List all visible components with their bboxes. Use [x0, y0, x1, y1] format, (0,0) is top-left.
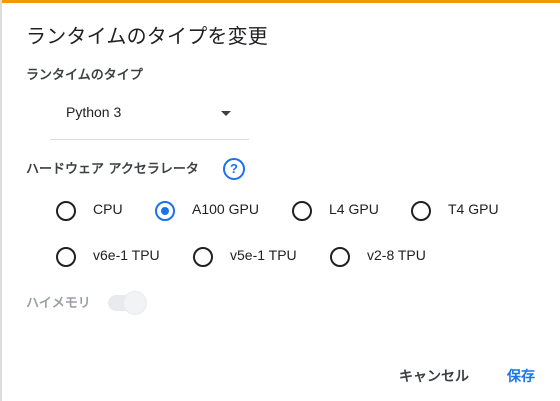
runtime-type-label: ランタイムのタイプ	[26, 68, 143, 83]
runtime-type-value: Python 3	[66, 104, 122, 120]
toggle-thumb	[124, 292, 146, 314]
radio-button-icon	[411, 201, 431, 221]
radio-label-l4-gpu: L4 GPU	[329, 201, 379, 217]
save-button[interactable]: 保存	[507, 366, 535, 386]
high-memory-label: ハイメモリ	[26, 296, 91, 311]
radio-label-a100-gpu: A100 GPU	[192, 201, 259, 217]
runtime-type-select[interactable]: Python 3	[50, 94, 249, 140]
radio-label-v5e-1-tpu: v5e-1 TPU	[230, 247, 297, 263]
radio-button-icon	[56, 247, 76, 267]
help-icon[interactable]: ?	[223, 158, 245, 180]
radio-label-v2-8-tpu: v2-8 TPU	[367, 247, 426, 263]
dropdown-arrow-icon	[221, 111, 231, 116]
top-accent-bar	[0, 0, 560, 3]
radio-button-icon	[292, 201, 312, 221]
radio-button-icon	[56, 201, 76, 221]
radio-button-icon	[193, 247, 213, 267]
hardware-accelerator-label: ハードウェア アクセラレータ	[26, 162, 199, 177]
dialog-title: ランタイムのタイプを変更	[26, 24, 268, 48]
radio-label-v6e-1-tpu: v6e-1 TPU	[93, 247, 160, 263]
left-edge-divider	[0, 0, 2, 401]
radio-label-t4-gpu: T4 GPU	[448, 201, 499, 217]
high-memory-toggle[interactable]	[108, 290, 146, 314]
cancel-button[interactable]: キャンセル	[399, 366, 469, 386]
change-runtime-dialog: ランタイムのタイプを変更 ランタイムのタイプ Python 3 ハードウェア ア…	[0, 0, 560, 401]
radio-button-icon	[330, 247, 350, 267]
radio-label-cpu: CPU	[93, 201, 123, 217]
radio-button-checked-icon	[155, 201, 175, 221]
